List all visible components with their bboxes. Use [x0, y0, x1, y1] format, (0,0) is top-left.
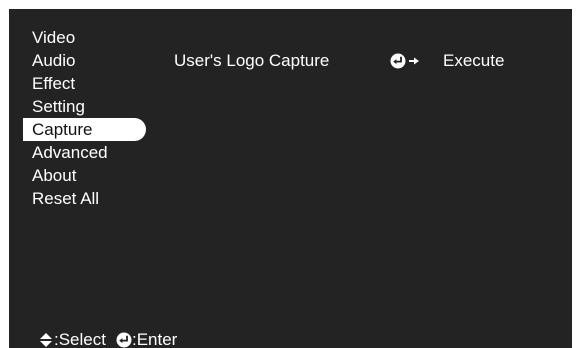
main-menu: Video Audio Effect Setting Capture Advan… — [23, 26, 146, 210]
up-down-arrow-icon — [40, 333, 52, 347]
menu-item-about[interactable]: About — [23, 164, 146, 187]
menu-item-audio[interactable]: Audio — [23, 49, 146, 72]
enter-icon — [116, 332, 132, 348]
users-logo-capture-label: User's Logo Capture — [174, 51, 330, 70]
menu-item-setting[interactable]: Setting — [23, 95, 146, 118]
projector-menu-screen: Video Audio Effect Setting Capture Advan… — [9, 9, 572, 348]
menu-item-video[interactable]: Video — [23, 26, 146, 49]
enter-hint-label: :Enter — [131, 330, 178, 348]
users-logo-capture-row[interactable]: User's Logo Capture Execute — [174, 49, 564, 73]
execute-action[interactable]: Execute — [443, 49, 504, 73]
enter-arrow-icon — [390, 53, 419, 69]
footer-hints: :Select :Enter — [38, 329, 177, 348]
menu-item-reset-all[interactable]: Reset All — [23, 187, 146, 210]
select-hint-label: :Select — [54, 330, 106, 348]
menu-item-capture[interactable]: Capture — [23, 118, 146, 141]
menu-item-effect[interactable]: Effect — [23, 72, 146, 95]
menu-item-advanced[interactable]: Advanced — [23, 141, 146, 164]
